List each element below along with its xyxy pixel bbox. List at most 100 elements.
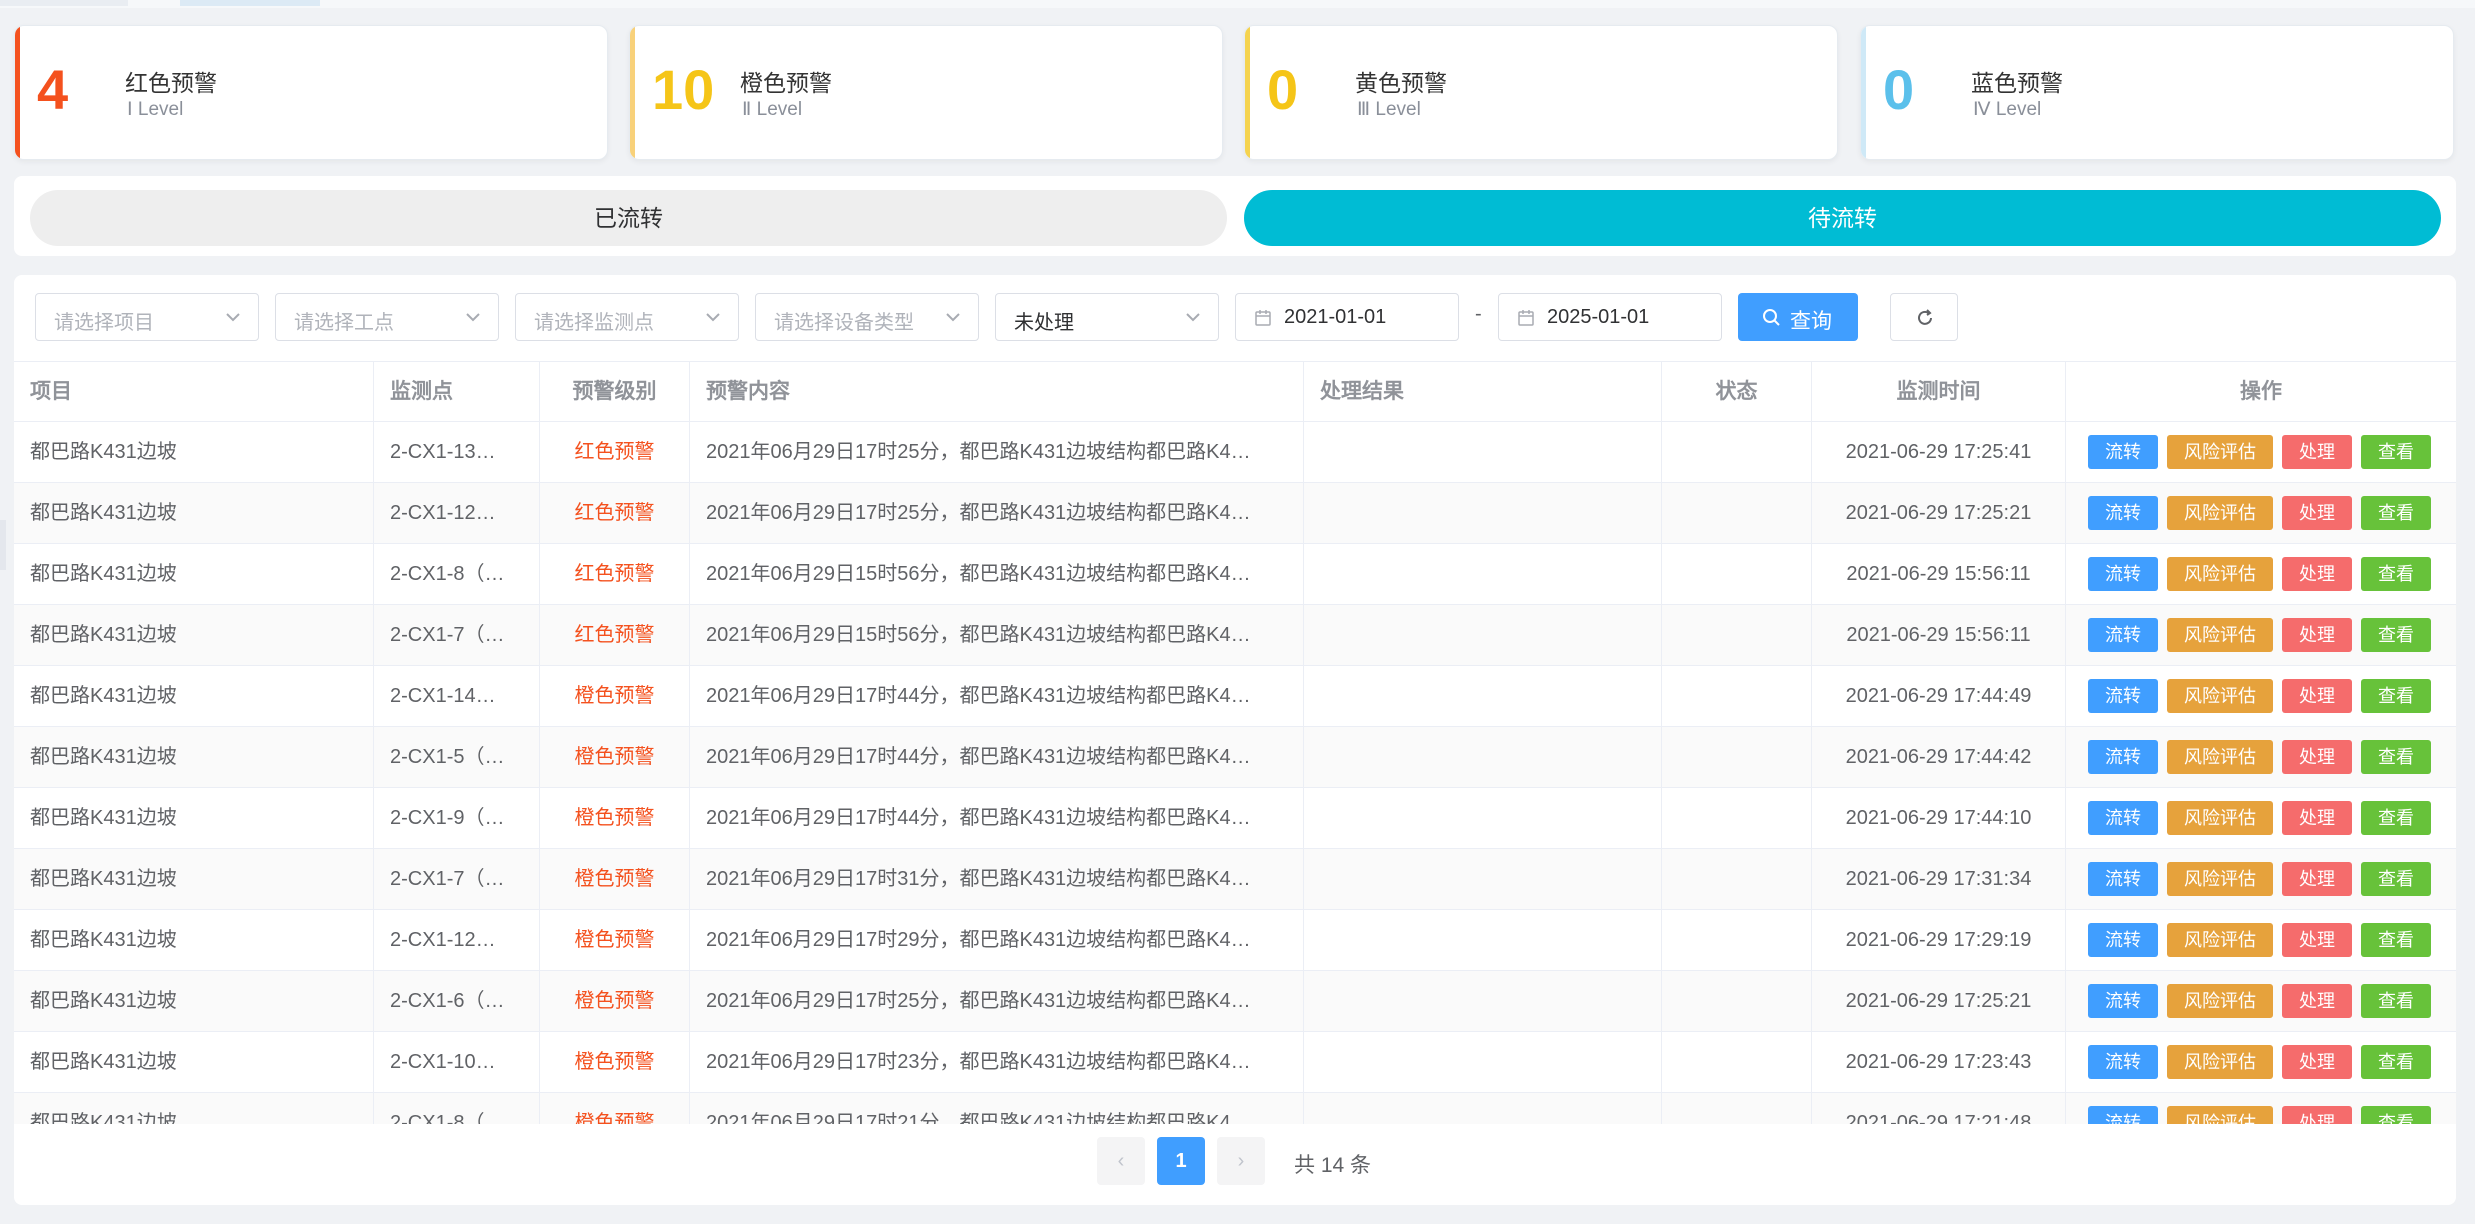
cell-monitor-point: 2-CX1-12…	[374, 483, 540, 543]
cell-monitor-point: 2-CX1-10…	[374, 1032, 540, 1092]
view-button[interactable]: 查看	[2361, 740, 2431, 774]
device-type-select[interactable]: 请选择设备类型	[755, 293, 979, 341]
view-button[interactable]: 查看	[2361, 496, 2431, 530]
risk-assessment-button[interactable]: 风险评估	[2167, 496, 2273, 530]
risk-assessment-button[interactable]: 风险评估	[2167, 618, 2273, 652]
next-page-button[interactable]: ›	[1217, 1137, 1265, 1185]
transfer-button[interactable]: 流转	[2088, 618, 2158, 652]
transfer-button[interactable]: 流转	[2088, 1045, 2158, 1079]
card-yellow-warning[interactable]: 0 黄色预警 Ⅲ Level	[1244, 25, 1838, 160]
view-button[interactable]: 查看	[2361, 923, 2431, 957]
start-date-picker[interactable]: 2021-01-01	[1235, 293, 1459, 341]
risk-assessment-button[interactable]: 风险评估	[2167, 679, 2273, 713]
transfer-button[interactable]: 流转	[2088, 862, 2158, 896]
risk-assessment-button[interactable]: 风险评估	[2167, 1106, 2273, 1124]
tab-pending-transfer[interactable]: 待流转	[1244, 190, 2441, 246]
col-project[interactable]: 项目	[14, 362, 374, 422]
table-row[interactable]: 都巴路K431边坡 2-CX1-6（… 橙色预警 2021年06月29日17时25分，…	[14, 971, 2456, 1032]
transfer-button[interactable]: 流转	[2088, 1106, 2158, 1124]
cell-handling-result	[1304, 605, 1662, 665]
handle-button[interactable]: 处理	[2282, 1106, 2352, 1124]
view-button[interactable]: 查看	[2361, 557, 2431, 591]
table-row[interactable]: 都巴路K431边坡 2-CX1-8（… 橙色预警 2021年06月29日17时21分，…	[14, 1093, 2456, 1124]
cell-status	[1662, 849, 1812, 909]
transfer-button[interactable]: 流转	[2088, 740, 2158, 774]
risk-assessment-button[interactable]: 风险评估	[2167, 557, 2273, 591]
table-row[interactable]: 都巴路K431边坡 2-CX1-12… 橙色预警 2021年06月29日17时29分，…	[14, 910, 2456, 971]
table-row[interactable]: 都巴路K431边坡 2-CX1-14… 橙色预警 2021年06月29日17时44分，…	[14, 666, 2456, 727]
cell-project: 都巴路K431边坡	[14, 605, 374, 665]
tab-transferred[interactable]: 已流转	[30, 190, 1227, 246]
project-select[interactable]: 请选择项目	[35, 293, 259, 341]
handle-button[interactable]: 处理	[2282, 1045, 2352, 1079]
handle-button[interactable]: 处理	[2282, 923, 2352, 957]
side-collapse-handle[interactable]	[0, 520, 6, 570]
refresh-button[interactable]	[1890, 293, 1958, 341]
table-row[interactable]: 都巴路K431边坡 2-CX1-7（… 红色预警 2021年06月29日15时56分，…	[14, 605, 2456, 666]
risk-assessment-button[interactable]: 风险评估	[2167, 435, 2273, 469]
table-row[interactable]: 都巴路K431边坡 2-CX1-9（… 橙色预警 2021年06月29日17时44分，…	[14, 788, 2456, 849]
risk-assessment-button[interactable]: 风险评估	[2167, 923, 2273, 957]
col-handling-result[interactable]: 处理结果	[1304, 362, 1662, 422]
view-button[interactable]: 查看	[2361, 862, 2431, 896]
page-1-button[interactable]: 1	[1157, 1137, 1205, 1185]
risk-assessment-button[interactable]: 风险评估	[2167, 801, 2273, 835]
view-button[interactable]: 查看	[2361, 679, 2431, 713]
transfer-button[interactable]: 流转	[2088, 435, 2158, 469]
status-select[interactable]: 未处理	[995, 293, 1219, 341]
warning-level-text: 橙色预警	[574, 1051, 655, 1073]
col-monitor-point[interactable]: 监测点	[374, 362, 540, 422]
card-accent-bar	[15, 26, 20, 159]
table-row[interactable]: 都巴路K431边坡 2-CX1-13… 红色预警 2021年06月29日17时25分，…	[14, 422, 2456, 483]
col-monitor-time[interactable]: 监测时间	[1812, 362, 2066, 422]
cell-project: 都巴路K431边坡	[14, 788, 374, 848]
monitor-point-select[interactable]: 请选择监测点	[515, 293, 739, 341]
card-red-warning[interactable]: 4 红色预警 Ⅰ Level	[14, 25, 608, 160]
top-tab-a[interactable]	[0, 0, 128, 6]
prev-page-button[interactable]: ‹	[1097, 1137, 1145, 1185]
handle-button[interactable]: 处理	[2282, 618, 2352, 652]
transfer-button[interactable]: 流转	[2088, 496, 2158, 530]
transfer-button[interactable]: 流转	[2088, 557, 2158, 591]
table-row[interactable]: 都巴路K431边坡 2-CX1-10… 橙色预警 2021年06月29日17时23分，…	[14, 1032, 2456, 1093]
view-button[interactable]: 查看	[2361, 1045, 2431, 1079]
risk-assessment-button[interactable]: 风险评估	[2167, 740, 2273, 774]
warning-table: 项目 监测点 预警级别 预警内容 处理结果 状态 监测时间 操作 都巴路K431…	[14, 361, 2456, 1124]
view-button[interactable]: 查看	[2361, 1106, 2431, 1124]
col-status[interactable]: 状态	[1662, 362, 1812, 422]
col-warning-content[interactable]: 预警内容	[690, 362, 1304, 422]
transfer-button[interactable]: 流转	[2088, 984, 2158, 1018]
risk-assessment-button[interactable]: 风险评估	[2167, 862, 2273, 896]
risk-assessment-button[interactable]: 风险评估	[2167, 1045, 2273, 1079]
handle-button[interactable]: 处理	[2282, 801, 2352, 835]
handle-button[interactable]: 处理	[2282, 557, 2352, 591]
view-button[interactable]: 查看	[2361, 801, 2431, 835]
transfer-button[interactable]: 流转	[2088, 679, 2158, 713]
search-button[interactable]: 查询	[1738, 293, 1858, 341]
handle-button[interactable]: 处理	[2282, 984, 2352, 1018]
card-blue-warning[interactable]: 0 蓝色预警 Ⅳ Level	[1860, 25, 2454, 160]
handle-button[interactable]: 处理	[2282, 496, 2352, 530]
warning-level-text: 橙色预警	[574, 990, 655, 1012]
table-row[interactable]: 都巴路K431边坡 2-CX1-12… 红色预警 2021年06月29日17时25分，…	[14, 483, 2456, 544]
handle-button[interactable]: 处理	[2282, 679, 2352, 713]
transfer-button[interactable]: 流转	[2088, 801, 2158, 835]
table-row[interactable]: 都巴路K431边坡 2-CX1-7（… 橙色预警 2021年06月29日17时31分，…	[14, 849, 2456, 910]
end-date-picker[interactable]: 2025-01-01	[1498, 293, 1722, 341]
view-button[interactable]: 查看	[2361, 435, 2431, 469]
worksite-select[interactable]: 请选择工点	[275, 293, 499, 341]
chevron-down-icon	[1186, 313, 1200, 322]
view-button[interactable]: 查看	[2361, 618, 2431, 652]
card-accent-bar	[1861, 26, 1866, 159]
table-row[interactable]: 都巴路K431边坡 2-CX1-8（… 红色预警 2021年06月29日15时56分，…	[14, 544, 2456, 605]
handle-button[interactable]: 处理	[2282, 435, 2352, 469]
table-row[interactable]: 都巴路K431边坡 2-CX1-5（… 橙色预警 2021年06月29日17时44分，…	[14, 727, 2456, 788]
card-orange-warning[interactable]: 10 橙色预警 Ⅱ Level	[629, 25, 1223, 160]
top-tab-b[interactable]	[180, 0, 320, 6]
risk-assessment-button[interactable]: 风险评估	[2167, 984, 2273, 1018]
col-warning-level[interactable]: 预警级别	[540, 362, 690, 422]
handle-button[interactable]: 处理	[2282, 740, 2352, 774]
transfer-button[interactable]: 流转	[2088, 923, 2158, 957]
handle-button[interactable]: 处理	[2282, 862, 2352, 896]
view-button[interactable]: 查看	[2361, 984, 2431, 1018]
